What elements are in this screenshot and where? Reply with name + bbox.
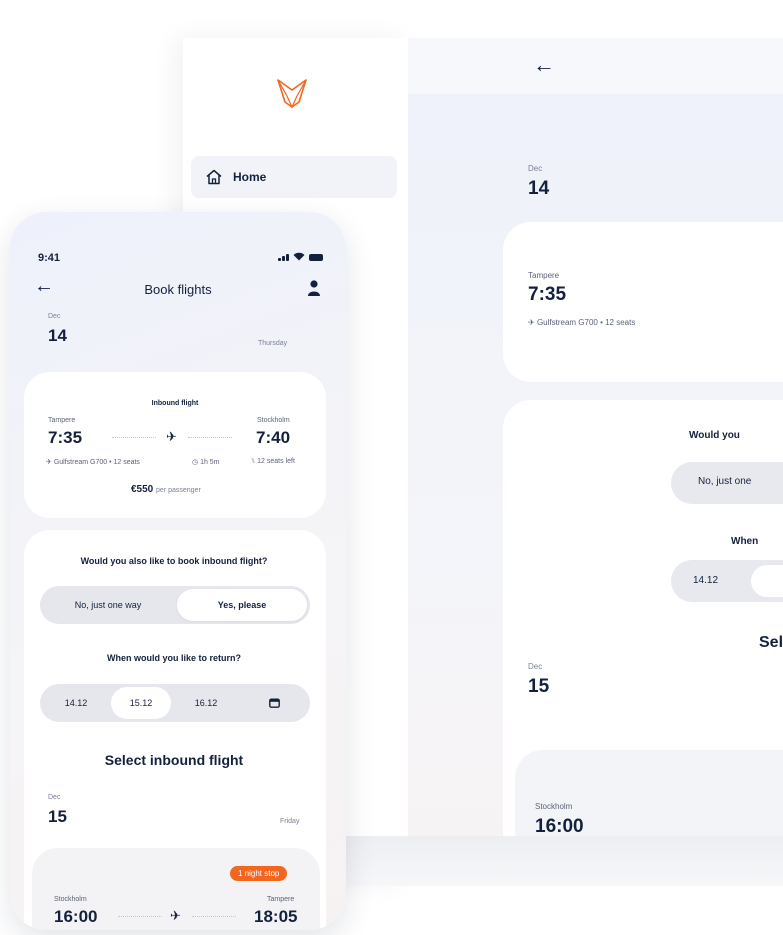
return-question: When [731,536,759,547]
clock-icon: ◷ [192,459,199,466]
battery-icon [309,254,323,261]
return-date-option[interactable]: 16.12 [176,687,236,719]
aircraft-info: ✈ Gulfstream G700 • 12 seats [528,318,635,327]
desktop-main: ← Dec 14 Tampere 7:35 ✈ Gulfstream G700 … [408,38,783,883]
depart-time: 16:00 [535,816,584,837]
return-date-option[interactable]: 14.12 [46,687,106,719]
date-day: 14 [528,178,550,199]
to-city: Stockholm [257,417,290,424]
select-inbound-title: Sele [759,634,783,651]
date-month: Dec [48,313,61,320]
sidebar-item-home[interactable]: Home [191,156,397,198]
depart-time: 7:35 [48,428,83,447]
calendar-button[interactable] [246,687,302,719]
date-day: 14 [48,326,67,345]
date-day: 15 [48,807,67,826]
status-time: 9:41 [38,252,61,264]
select-inbound-title: Select inbound flight [104,752,244,768]
toggle-option-yes[interactable]: Yes, please [177,589,307,621]
inbound-flight-card[interactable]: 1 night stop Stockholm Tampere 16:00 18:… [32,848,320,930]
toggle-option-one-way[interactable]: No, just one way [43,589,173,621]
sidebar-item-label: Home [233,170,267,184]
duration-info: ◷ 1h 5m [192,458,220,466]
arrive-time: 7:40 [256,428,291,447]
date-weekday: Friday [280,818,300,825]
aircraft-text: Gulfstream G700 • 12 seats [53,459,140,466]
plane-icon: ✈ [46,459,52,466]
date-month: Dec [48,794,61,801]
route-line [188,437,232,438]
back-arrow-icon[interactable]: ← [533,54,555,76]
from-city: Tampere [48,417,76,424]
inbound-question: Would you [689,430,740,441]
device-shelf [340,836,783,886]
date-weekday: Thursday [258,340,288,347]
route-line [118,916,162,917]
to-city: Tampere [267,896,295,903]
aircraft-info: ✈ Gulfstream G700 • 12 seats [46,458,140,466]
return-date-picker[interactable]: 14.12 15.12 16.12 [40,684,310,722]
date-month: Dec [528,662,543,671]
flight-card[interactable]: Tampere 7:35 ✈ Gulfstream G700 • 12 seat… [503,222,783,382]
flight-card-title: Inbound flight [151,400,199,407]
route-line [192,916,236,917]
user-icon[interactable] [307,279,321,297]
price: €550 per passenger [131,484,201,495]
depart-time: 16:00 [54,907,98,926]
inbound-question: Would you also like to book inbound flig… [80,556,268,566]
return-date-option[interactable]: 15.12 [111,687,171,719]
calendar-icon [268,698,280,708]
desktop-topbar: ← [408,38,783,94]
arrive-time: 18:05 [254,907,298,926]
from-city: Tampere [528,271,560,280]
return-date-selected[interactable] [751,565,783,597]
status-icons [278,252,323,261]
price-suffix: per passenger [156,487,201,494]
date-day: 15 [528,676,550,697]
trip-toggle[interactable]: No, just one way Yes, please [40,586,310,624]
duration-text: 1h 5m [200,459,220,466]
return-date-option[interactable]: 14.12 [693,575,718,586]
seats-left-info: ⑊ 12 seats left [251,458,295,465]
from-city: Stockholm [54,896,87,903]
page-title: Book flights [144,282,212,297]
seat-icon: ⑊ [251,458,256,465]
outbound-flight-card[interactable]: Inbound flight Tampere Stockholm 7:35 7:… [24,372,326,518]
plane-icon: ✈ [166,429,177,444]
signal-icon [278,254,289,261]
night-stop-badge: 1 night stop [230,866,288,881]
date-month: Dec [528,164,543,173]
depart-time: 7:35 [528,284,567,305]
seats-left-text: 12 seats left [257,458,295,465]
phone-mockup: 9:41 ← Book flights Dec 14 Thursday Inbo… [10,212,346,930]
fox-logo-icon [277,79,307,109]
aircraft-text: Gulfstream G700 • 12 seats [536,318,636,327]
price-value: €550 [131,484,154,495]
plane-icon: ✈ [528,318,535,327]
plane-icon: ✈ [170,908,181,923]
from-city: Stockholm [535,802,573,811]
route-line [112,437,156,438]
toggle-option-one[interactable]: No, just one [698,476,751,487]
wifi-icon [293,252,305,261]
home-icon [206,169,222,185]
return-question: When would you like to return? [107,653,241,663]
